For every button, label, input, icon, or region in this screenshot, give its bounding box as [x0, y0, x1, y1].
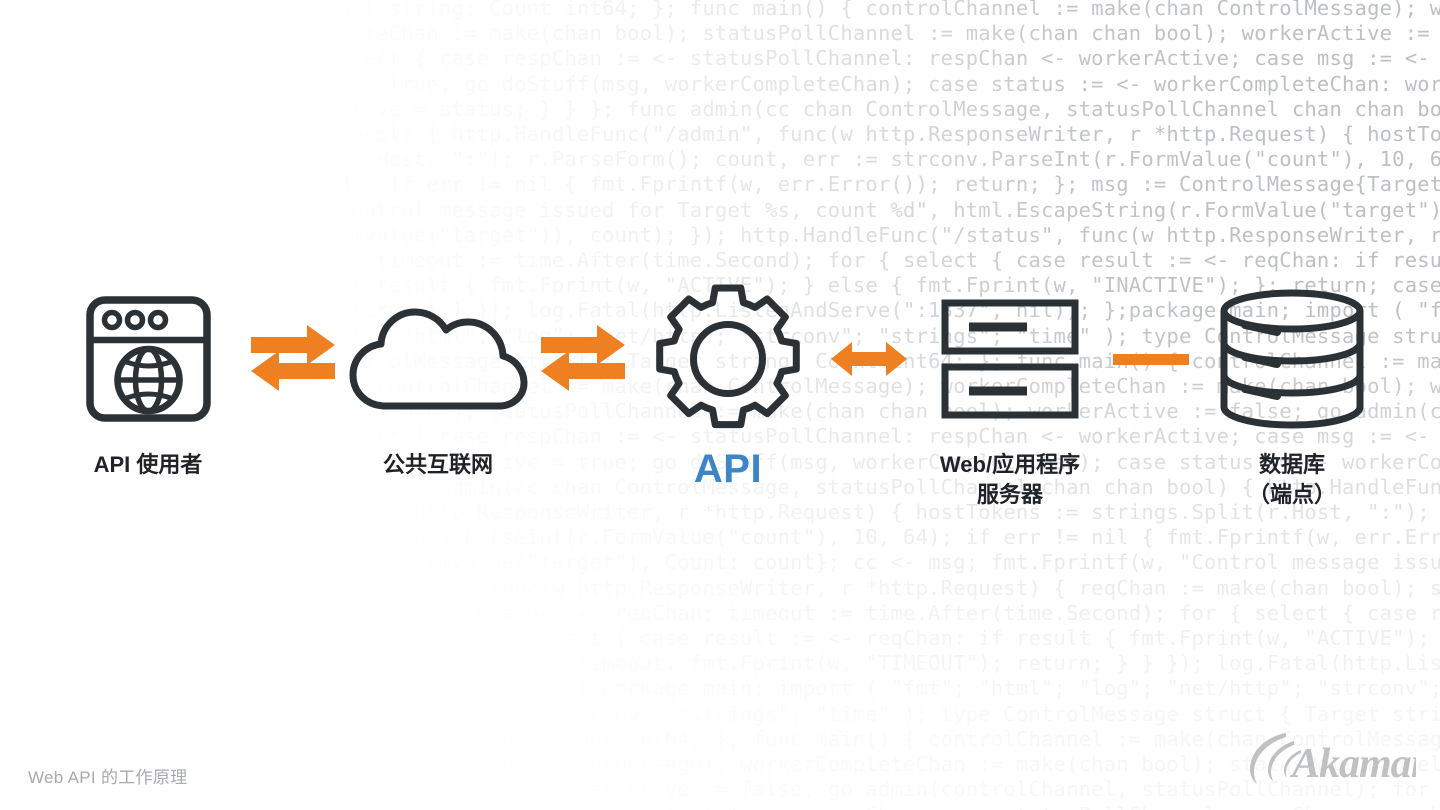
double-arrow-pair-icon [251, 325, 335, 391]
diagram-node-label: API 使用者 [93, 452, 203, 477]
background-code-line: log.Fatal(http.ListenAndServe(":1337", n… [0, 676, 1440, 701]
api-flow-diagram: API 使用者 公共互联网 API Web/应用程序 服务器 数据库 （端点） [0, 284, 1440, 544]
background-code-line: workerCompleteChan: workerActive = statu… [0, 96, 1440, 121]
diagram-node-label: 公共互联网 [382, 452, 493, 477]
background-code-line: cc <- msg; fmt.Fprintf(w, "Control messa… [0, 197, 1440, 222]
database-cylinder-icon [1219, 284, 1365, 434]
diagram-node-label: Web/应用程序 服务器 [939, 452, 1081, 507]
diagram-node-api: API [633, 284, 823, 496]
background-code-line: msg := ControlMessage{Target: r.FormValu… [0, 550, 1440, 575]
background-code-line: statusPollChannel chan chan bool) { http… [0, 122, 1440, 147]
diagram-node-label: 数据库 （端点） [1247, 452, 1336, 507]
connector-consumer-to-internet [243, 284, 343, 434]
cloud-icon [348, 284, 528, 434]
server-rack-icon [941, 284, 1079, 434]
gear-icon [652, 284, 804, 434]
background-code-line: statusPollChannel := make(chan chan bool… [0, 777, 1430, 802]
background-code-line: fmt.Fprint(w, "INACTIVE"); }; return; ca… [0, 651, 1440, 676]
footer-caption: Web API 的工作原理 [28, 768, 188, 787]
line-connector-icon [1113, 354, 1189, 365]
diagram-node-api-consumer: API 使用者 [53, 284, 243, 480]
diagram-node-label: API [693, 447, 763, 491]
background-code-line: go admin(controlChannel, statusPollChann… [0, 803, 1440, 810]
background-code-line: statusPollChannel); for { select { case … [0, 46, 1430, 71]
background-code-line: count); }); http.HandleFunc("/status", f… [0, 575, 1440, 600]
background-code-line: hostTokens := strings.Split(r.Host, ":")… [0, 147, 1440, 172]
diagram-node-public-internet: 公共互联网 [343, 284, 533, 480]
double-headed-arrow-icon [831, 342, 907, 376]
connector-api-to-server [823, 284, 915, 434]
background-code-line: func main() { controlChannel := make(cha… [0, 752, 1440, 777]
background-code-line: r.FormValue("count"), 10, 64); if err !=… [0, 172, 1440, 197]
double-arrow-pair-icon [541, 325, 625, 391]
background-code-line: reqChan := make(chan bool); statusPollCh… [0, 600, 1440, 625]
background-code-line: controlChannel: workerActive = true; go … [0, 71, 1440, 96]
background-code-line: type ControlMessage struct { Target stri… [0, 726, 1440, 751]
background-code-line: statusPollChannel <- reqChan; timeout :=… [0, 248, 1440, 273]
diagram-node-database: 数据库 （端点） [1197, 284, 1387, 510]
connector-server-to-database [1105, 284, 1197, 434]
akamai-logo: Akamai [1246, 727, 1424, 794]
browser-globe-icon [85, 284, 211, 434]
connector-internet-to-api [533, 284, 633, 434]
background-code-line: ControlMessage struct { Target string; C… [0, 0, 1440, 20]
background-code-line: import ( "fmt"; "html"; "log"; "net/http… [0, 701, 1440, 726]
background-code-line: ControlMessage); workerCompleteChan := m… [0, 21, 1430, 46]
background-code-line: timeout := time.After(time.Second); for … [0, 626, 1430, 651]
svg-text:Akamai: Akamai [1289, 741, 1416, 787]
background-code-line: %d", html.EscapeString(r.FormValue("targ… [0, 222, 1440, 247]
diagram-node-app-server: Web/应用程序 服务器 [915, 284, 1105, 510]
